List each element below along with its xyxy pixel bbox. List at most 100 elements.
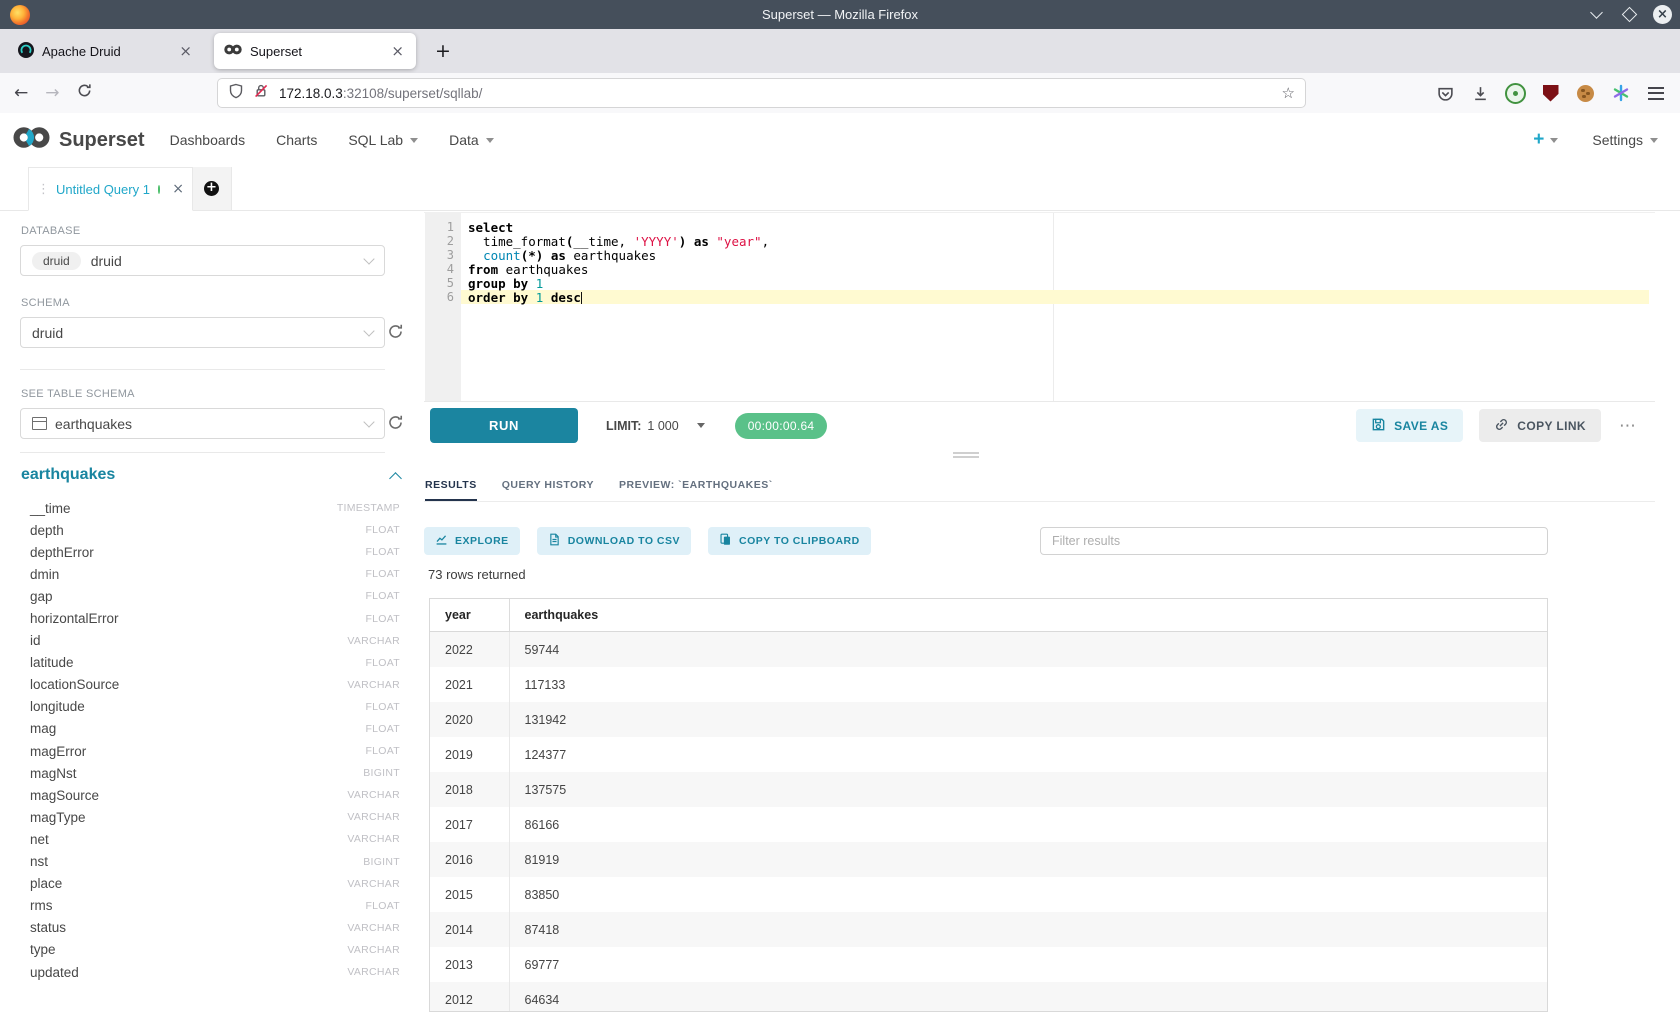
table-columns-list: __timeTIMESTAMPdepthFLOATdepthErrorFLOAT… <box>0 497 412 983</box>
line-number: 4 <box>425 262 461 276</box>
column-type: BIGINT <box>363 767 400 779</box>
column-name: place <box>30 876 62 891</box>
query-tab-bar: ⋮ Untitled Query 1 × + <box>0 167 1680 211</box>
chevron-down-icon <box>363 325 374 336</box>
database-type-pill: druid <box>32 252 81 270</box>
downloads-icon[interactable] <box>1470 83 1491 104</box>
database-value: druid <box>91 253 122 269</box>
menu-icon[interactable] <box>1645 83 1666 104</box>
reload-button[interactable] <box>77 83 92 103</box>
nav-item-charts[interactable]: Charts <box>276 132 317 148</box>
limit-dropdown[interactable]: LIMIT: 1 000 <box>606 419 705 433</box>
browser-tab-apache-druid[interactable]: Apache Druid × <box>8 33 204 69</box>
window-maximize-button[interactable] <box>1620 6 1638 24</box>
pane-resize-handle[interactable] <box>953 452 979 454</box>
cookie-icon[interactable] <box>1575 83 1596 104</box>
result-row: 2020131942 <box>430 702 1547 737</box>
firefox-window: Superset — Mozilla Firefox × Apache Drui… <box>0 0 1680 1012</box>
results-tab-bar: RESULTS QUERY HISTORY PREVIEW: `EARTHQUA… <box>424 469 1655 502</box>
column-type: FLOAT <box>365 723 400 735</box>
refresh-table-icon[interactable] <box>387 414 405 432</box>
result-row: 201487418 <box>430 912 1547 947</box>
explore-button[interactable]: EXPLORE <box>424 527 520 555</box>
forward-button[interactable]: → <box>45 83 59 103</box>
superset-logo[interactable] <box>13 124 50 156</box>
column-name: depthError <box>30 545 94 560</box>
schema-value: druid <box>32 325 63 341</box>
window-minimize-button[interactable] <box>1587 6 1605 24</box>
results-column-header[interactable]: earthquakes <box>509 599 1547 632</box>
add-query-tab-button[interactable]: + <box>192 167 232 210</box>
column-name: locationSource <box>30 677 119 692</box>
refresh-schema-icon[interactable] <box>387 323 405 341</box>
result-cell: 2022 <box>430 632 509 668</box>
column-name: magNst <box>30 766 77 781</box>
superset-favicon-icon <box>224 43 242 59</box>
caret-down-icon[interactable] <box>697 423 705 428</box>
back-button[interactable]: ← <box>14 83 28 103</box>
result-row: 201369777 <box>430 947 1547 982</box>
brand-title[interactable]: Superset <box>59 129 145 152</box>
column-type: VARCHAR <box>347 922 400 934</box>
nav-item-dashboards[interactable]: Dashboards <box>170 132 246 148</box>
extension-icon[interactable] <box>1505 83 1526 104</box>
table-select[interactable]: earthquakes <box>20 408 385 439</box>
pocket-icon[interactable] <box>1435 83 1456 104</box>
code-area[interactable]: select time_format(__time, 'YYYY') as "y… <box>461 213 1655 401</box>
nav-item-data[interactable]: Data <box>449 132 494 148</box>
save-as-button[interactable]: SAVE AS <box>1356 409 1463 442</box>
table-value: earthquakes <box>55 416 132 432</box>
editor-gutter: 123456 <box>425 213 461 401</box>
column-type: VARCHAR <box>347 789 400 801</box>
tab-query-history[interactable]: QUERY HISTORY <box>502 469 594 501</box>
ublock-icon[interactable] <box>1540 83 1561 104</box>
database-select[interactable]: druid druid <box>20 245 385 276</box>
divider <box>20 452 385 453</box>
result-cell: 124377 <box>509 737 1547 772</box>
browser-tab-superset[interactable]: Superset × <box>214 33 416 69</box>
query-tab-untitled-query-1[interactable]: ⋮ Untitled Query 1 × <box>28 167 193 211</box>
collapse-icon[interactable] <box>389 472 402 485</box>
copy-clipboard-button[interactable]: COPY TO CLIPBOARD <box>708 527 871 555</box>
sql-editor[interactable]: 123456 select time_format(__time, 'YYYY'… <box>424 212 1655 402</box>
settings-menu[interactable]: Settings <box>1592 132 1658 148</box>
tab-close-icon[interactable]: × <box>177 42 194 60</box>
column-name: latitude <box>30 655 74 670</box>
tab-preview-earthquakes[interactable]: PREVIEW: `EARTHQUAKES` <box>619 469 773 501</box>
schema-column-row: dminFLOAT <box>0 563 412 585</box>
line-number: 6 <box>425 290 461 304</box>
query-tab-close-icon[interactable]: × <box>172 181 184 197</box>
url-bar[interactable]: 172.18.0.3:32108/superset/sqllab/ ☆ <box>218 79 1305 107</box>
schema-column-row: nstBIGINT <box>0 851 412 873</box>
line-number: 2 <box>425 234 461 248</box>
filter-results-input[interactable] <box>1040 527 1548 555</box>
clipboard-icon <box>719 533 732 549</box>
result-row: 201264634 <box>430 982 1547 1012</box>
download-csv-button[interactable]: DOWNLOAD TO CSV <box>537 527 691 555</box>
bookmark-star-icon[interactable]: ☆ <box>1282 84 1295 102</box>
limit-label: LIMIT: <box>606 419 641 433</box>
column-name: net <box>30 832 49 847</box>
more-options-icon[interactable]: ⋯ <box>1619 416 1637 436</box>
table-schema-title[interactable]: earthquakes <box>21 466 115 484</box>
chevron-down-icon <box>363 416 374 427</box>
window-close-button[interactable]: × <box>1653 5 1672 24</box>
text-cursor <box>581 292 583 304</box>
tab-close-icon[interactable]: × <box>389 42 406 60</box>
new-button[interactable]: + <box>1533 129 1558 151</box>
results-column-header[interactable]: year <box>430 599 509 632</box>
new-tab-button[interactable]: + <box>430 40 456 62</box>
column-name: nst <box>30 854 48 869</box>
container-extension-icon[interactable] <box>1610 83 1631 104</box>
result-cell: 137575 <box>509 772 1547 807</box>
schema-column-row: depthFLOAT <box>0 519 412 541</box>
nav-item-sql-lab[interactable]: SQL Lab <box>348 132 418 148</box>
run-button[interactable]: RUN <box>430 408 578 443</box>
tab-results[interactable]: RESULTS <box>425 469 477 501</box>
schema-column-row: magSourceVARCHAR <box>0 784 412 806</box>
insecure-lock-icon[interactable] <box>253 83 269 104</box>
copy-link-button[interactable]: COPY LINK <box>1479 409 1601 442</box>
schema-select[interactable]: druid <box>20 317 385 348</box>
drag-handle-icon[interactable]: ⋮ <box>37 182 49 197</box>
shield-icon[interactable] <box>228 83 244 104</box>
